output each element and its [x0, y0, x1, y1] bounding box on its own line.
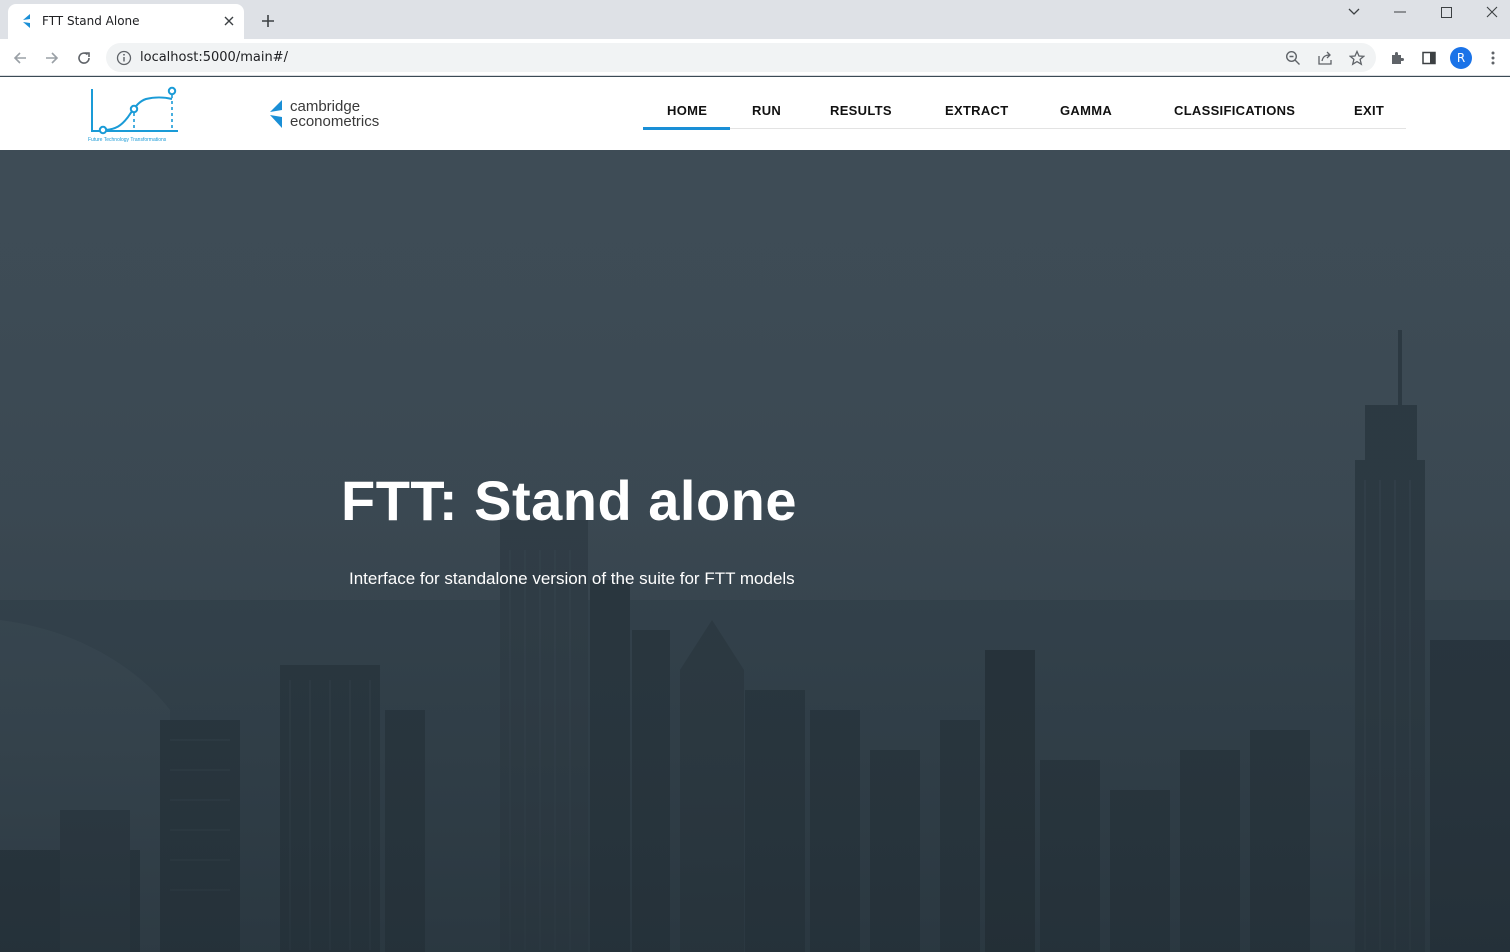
kebab-menu-icon[interactable] — [1482, 47, 1504, 69]
ftt-logo[interactable]: Future Technology Transformations — [86, 85, 182, 145]
city-skyline-background — [0, 150, 1510, 952]
close-icon[interactable] — [220, 12, 238, 30]
browser-toolbar: localhost:5000/main#/ R — [0, 39, 1510, 76]
nav-gamma[interactable]: GAMMA — [1060, 103, 1112, 118]
site-header: Future Technology Transformations cambri… — [0, 77, 1510, 150]
cambridge-econometrics-logo: cambridge econometrics — [268, 97, 398, 131]
nav-results[interactable]: RESULTS — [830, 103, 892, 118]
nav-run[interactable]: RUN — [752, 103, 781, 118]
ce-logo-line1: cambridge — [290, 98, 361, 115]
url-text[interactable]: localhost:5000/main#/ — [140, 50, 288, 65]
share-icon[interactable] — [1315, 48, 1335, 68]
back-arrow-icon[interactable] — [8, 46, 32, 70]
hero-title: FTT: Stand alone — [341, 469, 797, 532]
ce-favicon-icon — [20, 13, 36, 29]
hero-section: FTT: Stand alone Interface for standalon… — [0, 150, 1510, 952]
hero-subtitle: Interface for standalone version of the … — [349, 569, 795, 588]
maximize-icon[interactable] — [1423, 0, 1469, 24]
puzzle-icon[interactable] — [1386, 47, 1408, 69]
tab-title: FTT Stand Alone — [42, 14, 140, 28]
info-icon[interactable] — [116, 50, 132, 66]
close-window-icon[interactable] — [1469, 0, 1510, 24]
forward-arrow-icon[interactable] — [40, 46, 64, 70]
nav-extract[interactable]: EXTRACT — [945, 103, 1009, 118]
browser-tabstrip: FTT Stand Alone — [0, 0, 1510, 39]
minimize-icon[interactable] — [1377, 0, 1423, 24]
nav-classifications[interactable]: CLASSIFICATIONS — [1174, 103, 1295, 118]
address-bar[interactable]: localhost:5000/main#/ — [106, 43, 1376, 72]
star-icon[interactable] — [1347, 48, 1367, 68]
ce-logo-text: cambridge econometrics — [290, 99, 379, 129]
reload-icon[interactable] — [72, 46, 96, 70]
zoom-icon[interactable] — [1283, 48, 1303, 68]
nav-home[interactable]: HOME — [667, 103, 707, 118]
chevron-down-icon[interactable] — [1331, 0, 1377, 24]
ce-logo-line2: econometrics — [290, 113, 380, 130]
sidebar-icon[interactable] — [1418, 47, 1440, 69]
browser-tab[interactable]: FTT Stand Alone — [8, 4, 244, 39]
nav-exit[interactable]: EXIT — [1354, 103, 1384, 118]
main-nav: HOME RUN RESULTS EXTRACT GAMMA CLASSIFIC… — [643, 77, 1406, 130]
avatar[interactable]: R — [1450, 47, 1472, 69]
plus-icon[interactable] — [257, 10, 279, 32]
ce-chevron-icon — [268, 100, 284, 128]
ftt-logo-caption: Future Technology Transformations — [88, 137, 167, 143]
active-nav-indicator — [643, 127, 730, 130]
